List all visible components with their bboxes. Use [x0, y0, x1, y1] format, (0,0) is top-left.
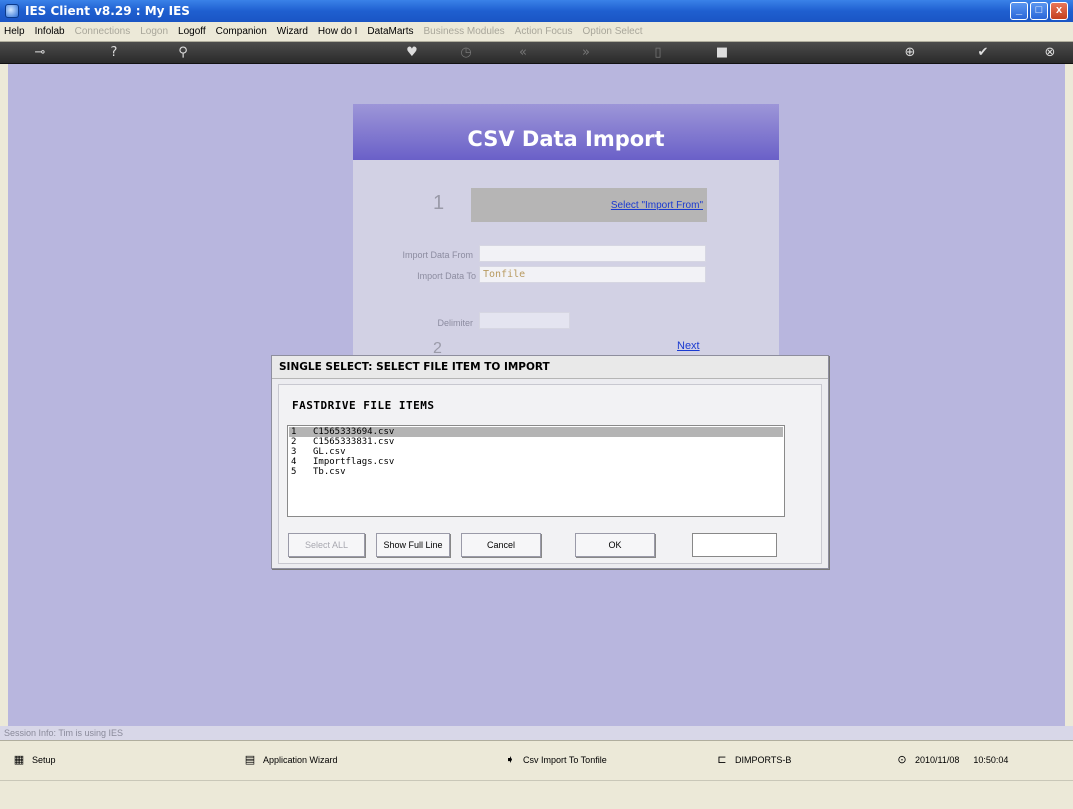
csv-import-panel: CSV Data Import 1 Select "Import From" I… [353, 104, 779, 374]
menu-companion[interactable]: Companion [216, 26, 267, 37]
app-wizard-label: Application Wizard [263, 755, 338, 765]
menu-connections: Connections [74, 26, 131, 37]
menu-how-do-i[interactable]: How do I [318, 26, 357, 37]
dialog-title: SINGLE SELECT: SELECT FILE ITEM TO IMPOR… [272, 356, 828, 379]
window-title: IES Client v8.29 : My IES [25, 4, 190, 18]
wizard-icon: ▤ [244, 753, 256, 766]
menu-infolab[interactable]: Infolab [35, 26, 65, 37]
setup-icon: ▦ [13, 753, 25, 766]
cancel-button[interactable]: Cancel [461, 533, 541, 557]
bottom-strip [0, 780, 1073, 809]
dimports-task[interactable]: ⊏ DIMPORTS-B [715, 754, 791, 766]
forward-icon: » [582, 45, 590, 60]
menu-datamarts[interactable]: DataMarts [367, 26, 413, 37]
menu-bar: Help Infolab Connections Logon Logoff Co… [0, 22, 1073, 42]
show-full-line-button[interactable]: Show Full Line [376, 533, 450, 557]
setup-task[interactable]: ▦ Setup [12, 754, 56, 766]
app-wizard-task[interactable]: ▤ Application Wizard [243, 754, 338, 766]
step1-number: 1 [433, 192, 445, 214]
ok-button[interactable]: OK [575, 533, 655, 557]
close-window-button[interactable]: x [1050, 2, 1068, 20]
list-item-name: Tb.csv [313, 467, 346, 477]
back-icon: « [519, 45, 527, 60]
maximize-button[interactable]: □ [1030, 2, 1048, 20]
list-item[interactable]: 2 C1565333831.csv [289, 437, 783, 447]
help-icon[interactable]: ? [106, 45, 122, 61]
step1-box: Select "Import From" [471, 188, 707, 222]
delimiter-label: Delimiter [437, 318, 473, 328]
import-from-label: Import Data From [402, 250, 473, 260]
menu-option-select: Option Select [582, 26, 643, 37]
panel-title: CSV Data Import [353, 104, 779, 160]
dialog-input[interactable] [692, 533, 777, 557]
menu-action-focus: Action Focus [514, 26, 573, 37]
list-item-index: 4 [291, 457, 297, 467]
menu-wizard[interactable]: Wizard [277, 26, 308, 37]
toolbar: ⊸ ? ⚲ ♥ ◷ « » ▯ ■ ⊕ ✔ ⊗ [0, 42, 1073, 64]
heart-icon[interactable]: ♥ [404, 45, 420, 61]
date-label: 2010/11/08 [915, 755, 960, 765]
setup-label: Setup [32, 755, 56, 765]
select-all-button: Select ALL [288, 533, 365, 557]
dialog-content: FASTDRIVE FILE ITEMS 1 C1565333694.csv 2… [278, 384, 822, 564]
select-import-from-link[interactable]: Select "Import From" [611, 200, 703, 211]
list-item-name: C1565333831.csv [313, 437, 395, 447]
app-icon [5, 4, 19, 18]
csv-import-task[interactable]: ➧ Csv Import To Tonfile [503, 753, 607, 766]
dimports-icon: ⊏ [717, 753, 727, 766]
minimize-button[interactable]: _ [1010, 2, 1028, 20]
time-label: 10:50:04 [973, 755, 1009, 765]
plus-icon[interactable]: ⊕ [902, 45, 918, 61]
import-icon: ➧ [505, 753, 515, 766]
menu-business-modules: Business Modules [423, 26, 505, 37]
next-link[interactable]: Next [677, 340, 700, 352]
import-to-field[interactable]: Tonfile [479, 266, 706, 283]
taskbar: ▦ Setup ▤ Application Wizard ➧ Csv Impor… [0, 740, 1073, 780]
list-item-index: 5 [291, 467, 297, 477]
list-item[interactable]: 5 Tb.csv [289, 467, 783, 477]
import-to-label: Import Data To [417, 271, 476, 281]
list-item-index: 2 [291, 437, 297, 447]
list-item-name: C1565333694.csv [313, 427, 395, 437]
menu-logon: Logon [140, 26, 169, 37]
import-from-field[interactable] [479, 245, 706, 262]
session-info: Session Info: Tim is using IES [0, 726, 1073, 740]
file-listbox[interactable]: 1 C1565333694.csv 2 C1565333831.csv 3 GL… [287, 425, 785, 517]
dimports-label: DIMPORTS-B [735, 755, 792, 765]
title-bar: IES Client v8.29 : My IES _ □ x [0, 0, 1073, 22]
list-item-index: 1 [291, 427, 297, 437]
file-select-dialog: SINGLE SELECT: SELECT FILE ITEM TO IMPOR… [271, 355, 829, 569]
dialog-heading: FASTDRIVE FILE ITEMS [292, 399, 435, 412]
close-icon[interactable]: ⊗ [1042, 45, 1058, 61]
list-item[interactable]: 3 GL.csv [289, 447, 783, 457]
check-icon[interactable]: ✔ [975, 45, 991, 61]
menu-help[interactable]: Help [4, 26, 25, 37]
menu-logoff[interactable]: Logoff [178, 26, 206, 37]
list-item-name: GL.csv [313, 447, 346, 457]
list-item[interactable]: 1 C1565333694.csv [289, 427, 783, 437]
search-icon[interactable]: ⚲ [175, 45, 191, 61]
clock-task: ⊙ 2010/11/08 10:50:04 [895, 754, 1008, 766]
clock-face-icon: ⊙ [897, 753, 907, 766]
list-item-name: Importflags.csv [313, 457, 395, 467]
key-icon[interactable]: ⊸ [32, 45, 48, 61]
stop-icon[interactable]: ■ [714, 45, 730, 61]
list-item-index: 3 [291, 447, 297, 457]
list-item[interactable]: 4 Importflags.csv [289, 457, 783, 467]
page-icon: ▯ [654, 45, 662, 60]
clock-icon: ◷ [460, 45, 472, 60]
delimiter-field[interactable] [479, 312, 570, 329]
csv-import-label: Csv Import To Tonfile [523, 755, 607, 765]
